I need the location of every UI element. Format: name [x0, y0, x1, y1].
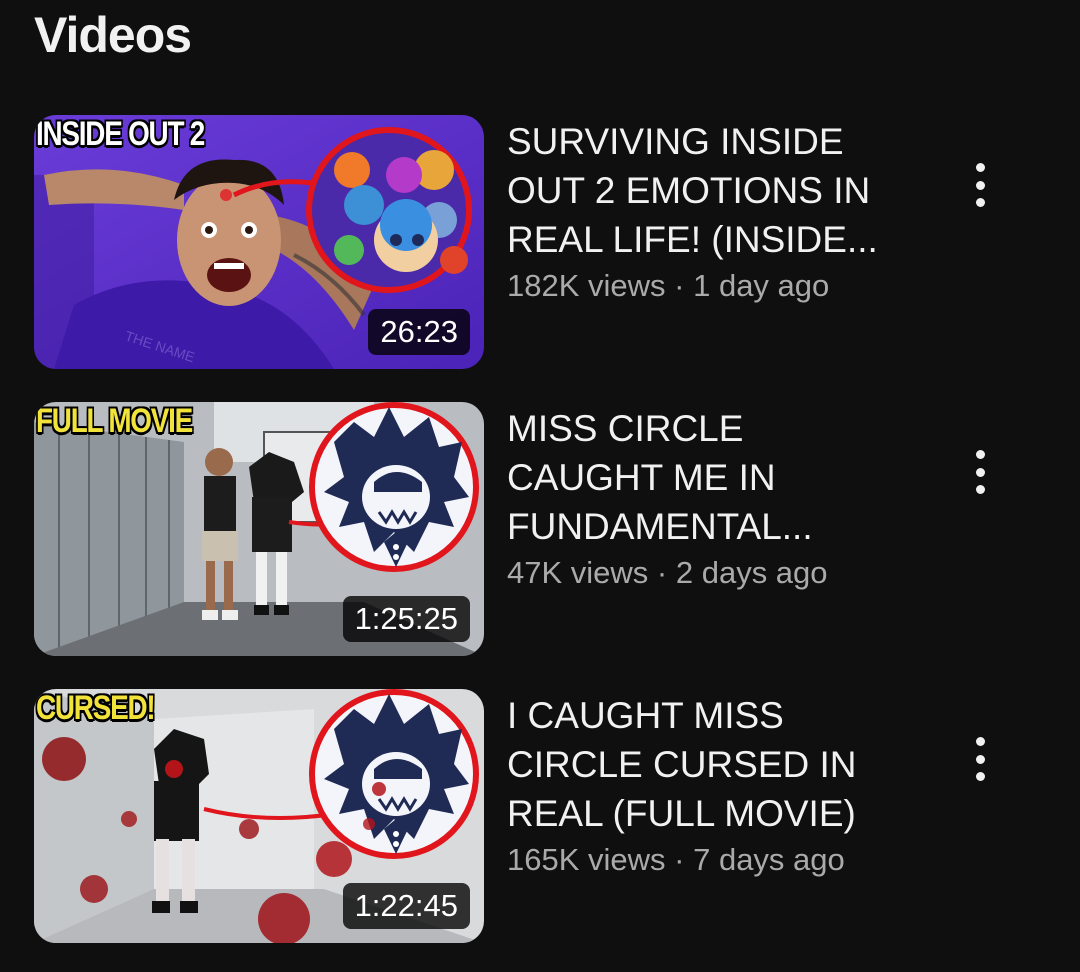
video-title[interactable]: I CAUGHT MISS CIRCLE CURSED IN REAL (FUL… — [507, 691, 927, 838]
section-title: Videos — [34, 7, 192, 63]
separator: · — [648, 555, 676, 590]
upload-age: 2 days ago — [675, 555, 828, 590]
video-thumbnail[interactable]: THE NAME INSIDE OUT 2 26:23 — [34, 115, 484, 369]
video-title[interactable]: MISS CIRCLE CAUGHT ME IN FUNDAMENTAL... — [507, 404, 927, 551]
video-item[interactable]: CURSED! 1:22:45 I CAUGHT MISS CIRCLE CUR… — [0, 689, 1080, 943]
thumbnail-tag: INSIDE OUT 2 — [36, 115, 205, 153]
more-vertical-icon[interactable] — [960, 446, 1000, 498]
video-meta[interactable]: I CAUGHT MISS CIRCLE CURSED IN REAL (FUL… — [507, 691, 927, 878]
upload-age: 1 day ago — [693, 268, 830, 303]
video-stats: 47K views · 2 days ago — [507, 555, 927, 591]
video-title[interactable]: SURVIVING INSIDE OUT 2 EMOTIONS IN REAL … — [507, 117, 927, 264]
thumbnail-tag: FULL MOVIE — [36, 402, 193, 440]
video-thumbnail[interactable]: FULL MOVIE 1:25:25 — [34, 402, 484, 656]
video-item[interactable]: THE NAME INSIDE OUT 2 26:23 SURVIVING IN… — [0, 115, 1080, 369]
separator: · — [665, 268, 694, 303]
video-item[interactable]: FULL MOVIE 1:25:25 MISS CIRCLE CAUGHT ME… — [0, 402, 1080, 656]
duration-badge: 26:23 — [368, 309, 470, 355]
duration-badge: 1:22:45 — [342, 883, 470, 929]
more-vertical-icon[interactable] — [960, 159, 1000, 211]
upload-age: 7 days ago — [693, 842, 845, 877]
video-stats: 182K views · 1 day ago — [507, 268, 927, 304]
video-meta[interactable]: SURVIVING INSIDE OUT 2 EMOTIONS IN REAL … — [507, 117, 927, 304]
thumbnail-tag: CURSED! — [36, 689, 156, 727]
view-count: 165K views — [507, 842, 666, 877]
separator: · — [665, 842, 694, 877]
video-stats: 165K views · 7 days ago — [507, 842, 927, 878]
video-thumbnail[interactable]: CURSED! 1:22:45 — [34, 689, 484, 943]
view-count: 47K views — [507, 555, 649, 590]
more-vertical-icon[interactable] — [960, 733, 1000, 785]
video-meta[interactable]: MISS CIRCLE CAUGHT ME IN FUNDAMENTAL... … — [507, 404, 927, 591]
view-count: 182K views — [507, 268, 666, 303]
duration-badge: 1:25:25 — [342, 596, 470, 642]
